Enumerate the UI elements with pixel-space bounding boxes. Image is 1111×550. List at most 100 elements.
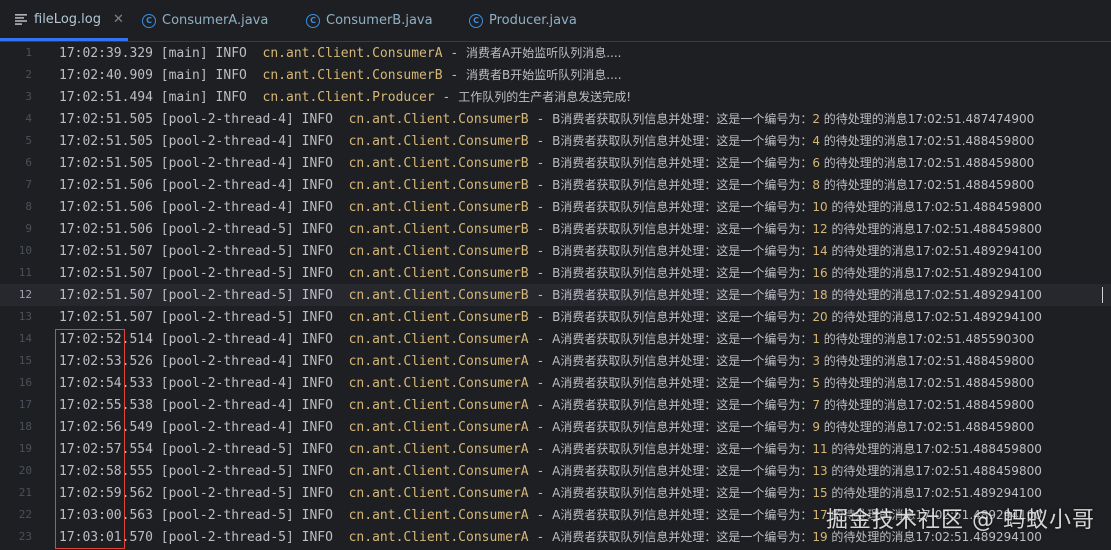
log-timestamp: 17:02:58.555 [59, 464, 153, 479]
log-timestamp: 17:02:53.526 [59, 354, 153, 369]
message-id: 20 [812, 310, 828, 324]
log-level: INFO [301, 442, 341, 457]
message-tail: 的待处理的消息17:02:51.489294100 [827, 310, 1042, 324]
line-number: 20 [18, 464, 32, 477]
log-thread: [main] [160, 90, 208, 105]
log-level: INFO [301, 354, 341, 369]
close-icon[interactable]: ✕ [113, 12, 124, 27]
log-message: B消费者获取队列信息并处理：这是一个编号为： [552, 134, 813, 148]
log-thread: [pool-2-thread-4] [160, 178, 294, 193]
tab-consumera[interactable]: C ConsumerA.java [140, 0, 268, 41]
message-tail: 的待处理的消息17:02:51.488459800 [827, 464, 1042, 478]
log-thread: [pool-2-thread-5] [160, 464, 294, 479]
log-message: A消费者获取队列信息并处理：这是一个编号为： [552, 376, 813, 390]
log-thread: [pool-2-thread-5] [160, 310, 294, 325]
line-number: 17 [18, 398, 32, 411]
log-level: INFO [215, 90, 255, 105]
log-message: A消费者获取队列信息并处理：这是一个编号为： [552, 442, 813, 456]
message-id: 2 [812, 112, 820, 126]
message-tail: 的待处理的消息17:02:51.489294100 [827, 288, 1042, 302]
log-line[interactable]: 14 17:02:52.514 [pool-2-thread-4] INFO cn… [0, 328, 1111, 350]
log-level: INFO [301, 112, 341, 127]
log-message: B消费者获取队列信息并处理：这是一个编号为： [552, 288, 813, 302]
log-timestamp: 17:02:57.554 [59, 442, 153, 457]
log-line[interactable]: 21 17:02:59.562 [pool-2-thread-5] INFO cn… [0, 482, 1111, 504]
log-message: A消费者获取队列信息并处理：这是一个编号为： [552, 354, 813, 368]
log-thread: [main] [160, 68, 208, 83]
tab-filelog[interactable]: fileLog.log ✕ [0, 0, 128, 41]
log-line[interactable]: 16 17:02:54.533 [pool-2-thread-4] INFO cn… [0, 372, 1111, 394]
log-level: INFO [301, 178, 341, 193]
log-class: cn.ant.Client.ConsumerA [348, 508, 529, 523]
log-text: 17:02:56.549 [pool-2-thread-4] INFO cn.a… [59, 420, 1035, 435]
message-id: 8 [812, 178, 820, 192]
ide-window: fileLog.log ✕ C ConsumerA.java C Consume… [0, 0, 1111, 550]
message-tail: 的待处理的消息17:02:51.488459800 [827, 200, 1042, 214]
log-class: cn.ant.Client.ConsumerB [348, 200, 529, 215]
log-class: cn.ant.Client.ConsumerA [348, 376, 529, 391]
log-class: cn.ant.Client.ConsumerB [348, 288, 529, 303]
message-tail: 的待处理的消息17:02:51.488459800 [819, 354, 1035, 368]
log-message: A消费者获取队列信息并处理：这是一个编号为： [552, 420, 813, 434]
log-message: 消费者B开始监听队列消息.... [466, 68, 622, 82]
log-line[interactable]: 5 17:02:51.505 [pool-2-thread-4] INFO cn.… [0, 130, 1111, 152]
log-timestamp: 17:02:51.494 [59, 90, 153, 105]
log-thread: [pool-2-thread-4] [160, 332, 294, 347]
log-line[interactable]: 19 17:02:57.554 [pool-2-thread-5] INFO cn… [0, 438, 1111, 460]
log-timestamp: 17:02:56.549 [59, 420, 153, 435]
log-line[interactable]: 13 17:02:51.507 [pool-2-thread-5] INFO cn… [0, 306, 1111, 328]
log-level: INFO [301, 310, 341, 325]
log-line[interactable]: 20 17:02:58.555 [pool-2-thread-5] INFO cn… [0, 460, 1111, 482]
line-number: 3 [25, 90, 32, 103]
message-tail: 的待处理的消息17:02:51.487474900 [819, 112, 1035, 126]
message-id: 15 [812, 486, 828, 500]
log-thread: [main] [160, 46, 208, 61]
log-message: B消费者获取队列信息并处理：这是一个编号为： [552, 222, 813, 236]
message-tail: 的待处理的消息17:02:51.489294100 [827, 486, 1042, 500]
log-thread: [pool-2-thread-5] [160, 288, 294, 303]
log-timestamp: 17:02:54.533 [59, 376, 153, 391]
log-level: INFO [301, 398, 341, 413]
log-line[interactable]: 4 17:02:51.505 [pool-2-thread-4] INFO cn.… [0, 108, 1111, 130]
tab-producer[interactable]: C Producer.java [467, 0, 577, 41]
log-message: A消费者获取队列信息并处理：这是一个编号为： [552, 486, 813, 500]
log-line[interactable]: 12 17:02:51.507 [pool-2-thread-5] INFO cn… [0, 284, 1111, 306]
message-id: 1 [812, 332, 820, 346]
log-text: 17:02:51.506 [pool-2-thread-4] INFO cn.a… [59, 200, 1042, 215]
line-number: 8 [25, 200, 32, 213]
log-line[interactable]: 8 17:02:51.506 [pool-2-thread-4] INFO cn.… [0, 196, 1111, 218]
message-tail: 的待处理的消息17:02:51.488459800 [819, 134, 1035, 148]
log-line[interactable]: 1 17:02:39.329 [main] INFO cn.ant.Client.… [0, 42, 1111, 64]
log-class: cn.ant.Client.ConsumerB [348, 156, 529, 171]
log-line[interactable]: 2 17:02:40.909 [main] INFO cn.ant.Client.… [0, 64, 1111, 86]
log-class: cn.ant.Client.ConsumerA [348, 442, 529, 457]
log-timestamp: 17:02:51.506 [59, 178, 153, 193]
tab-label: ConsumerB.java [326, 13, 433, 28]
tab-consumerb[interactable]: C ConsumerB.java [304, 0, 433, 41]
line-number: 16 [18, 376, 32, 389]
message-tail: 的待处理的消息17:02:51.488459800 [827, 222, 1042, 236]
log-line[interactable]: 7 17:02:51.506 [pool-2-thread-4] INFO cn.… [0, 174, 1111, 196]
line-number: 11 [18, 266, 32, 279]
log-class: cn.ant.Client.ConsumerA [348, 420, 529, 435]
log-line[interactable]: 18 17:02:56.549 [pool-2-thread-4] INFO cn… [0, 416, 1111, 438]
log-line[interactable]: 9 17:02:51.506 [pool-2-thread-5] INFO cn.… [0, 218, 1111, 240]
log-text: 17:02:51.507 [pool-2-thread-5] INFO cn.a… [59, 310, 1042, 325]
log-line[interactable]: 15 17:02:53.526 [pool-2-thread-4] INFO cn… [0, 350, 1111, 372]
log-level: INFO [301, 222, 341, 237]
log-line[interactable]: 11 17:02:51.507 [pool-2-thread-5] INFO cn… [0, 262, 1111, 284]
log-thread: [pool-2-thread-5] [160, 244, 294, 259]
java-class-icon: C [306, 13, 320, 28]
log-line[interactable]: 17 17:02:55.538 [pool-2-thread-4] INFO cn… [0, 394, 1111, 416]
log-line[interactable]: 3 17:02:51.494 [main] INFO cn.ant.Client.… [0, 86, 1111, 108]
log-editor[interactable]: 1 17:02:39.329 [main] INFO cn.ant.Client.… [0, 42, 1111, 550]
log-level: INFO [301, 376, 341, 391]
message-tail: 的待处理的消息17:02:51.488459800 [819, 376, 1035, 390]
log-line[interactable]: 10 17:02:51.507 [pool-2-thread-5] INFO cn… [0, 240, 1111, 262]
log-timestamp: 17:03:01.570 [59, 530, 153, 545]
log-thread: [pool-2-thread-4] [160, 112, 294, 127]
log-message: B消费者获取队列信息并处理：这是一个编号为： [552, 178, 813, 192]
log-thread: [pool-2-thread-4] [160, 354, 294, 369]
log-thread: [pool-2-thread-5] [160, 222, 294, 237]
log-line[interactable]: 6 17:02:51.505 [pool-2-thread-4] INFO cn.… [0, 152, 1111, 174]
